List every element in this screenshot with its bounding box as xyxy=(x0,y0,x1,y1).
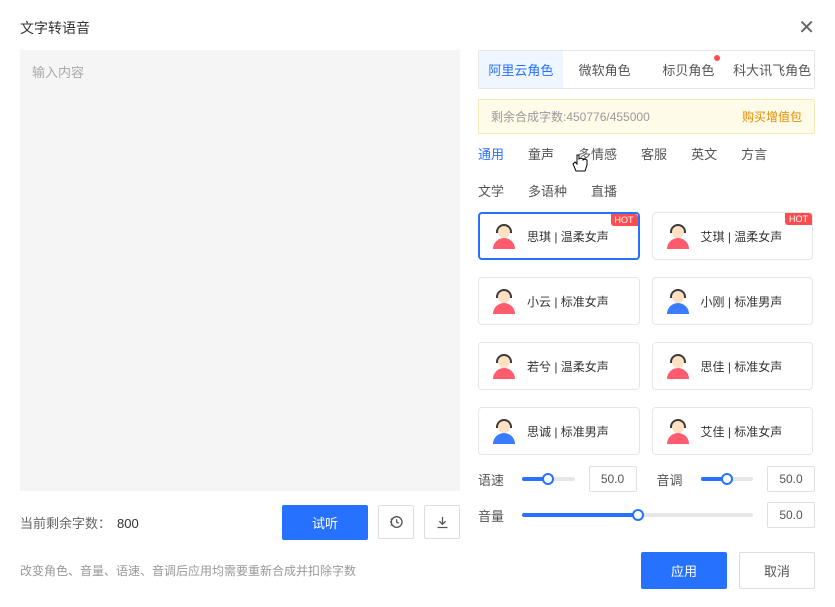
remain-label: 当前剩余字数： xyxy=(20,516,111,531)
quota-bar: 剩余合成字数:450776/455000 购买增值包 xyxy=(478,99,815,134)
hot-badge: HOT xyxy=(611,214,638,226)
voice-card[interactable]: 小刚 | 标准男声 xyxy=(652,277,814,325)
voice-card[interactable]: 思诚 | 标准男声 xyxy=(478,407,640,455)
provider-tab[interactable]: 阿里云角色 xyxy=(479,51,563,88)
quota-text: 剩余合成字数:450776/455000 xyxy=(491,108,650,125)
avatar xyxy=(491,223,517,249)
voice-name: 小刚 | 标准男声 xyxy=(701,293,783,310)
volume-value[interactable]: 50.0 xyxy=(767,502,815,528)
text-input[interactable] xyxy=(20,50,460,491)
history-icon[interactable] xyxy=(378,505,414,539)
category-tab[interactable]: 文学 xyxy=(478,181,504,200)
voice-name: 思诚 | 标准男声 xyxy=(527,423,609,440)
category-tab[interactable]: 多情感 xyxy=(578,144,617,163)
category-tab[interactable]: 通用 xyxy=(478,144,504,163)
category-tab[interactable]: 客服 xyxy=(641,144,667,163)
pitch-value[interactable]: 50.0 xyxy=(767,466,815,492)
remain-value: 800 xyxy=(117,516,139,531)
provider-tab[interactable]: 标贝角色 xyxy=(647,51,731,88)
voice-name: 艾琪 | 温柔女声 xyxy=(701,228,783,245)
category-tab[interactable]: 直播 xyxy=(591,181,617,200)
footer-hint: 改变角色、音量、语速、音调后应用均需要重新合成并扣除字数 xyxy=(20,562,356,579)
speed-label: 语速 xyxy=(478,470,508,489)
provider-tab[interactable]: 微软角色 xyxy=(563,51,647,88)
close-icon[interactable]: ✕ xyxy=(798,18,815,38)
badge-dot xyxy=(714,55,720,61)
avatar xyxy=(491,353,517,379)
volume-slider[interactable] xyxy=(522,513,753,517)
buy-quota-link[interactable]: 购买增值包 xyxy=(742,108,802,125)
apply-button[interactable]: 应用 xyxy=(641,552,727,589)
category-tab[interactable]: 方言 xyxy=(741,144,767,163)
avatar xyxy=(491,288,517,314)
voice-list: 思琪 | 温柔女声HOT艾琪 | 温柔女声HOT小云 | 标准女声小刚 | 标准… xyxy=(478,212,815,460)
provider-tabs: 阿里云角色微软角色标贝角色科大讯飞角色 xyxy=(478,50,815,89)
volume-label: 音量 xyxy=(478,506,508,525)
voice-name: 艾佳 | 标准女声 xyxy=(701,423,783,440)
voice-card[interactable]: 若兮 | 温柔女声 xyxy=(478,342,640,390)
voice-name: 思琪 | 温柔女声 xyxy=(527,228,609,245)
avatar xyxy=(665,288,691,314)
voice-name: 小云 | 标准女声 xyxy=(527,293,609,310)
speed-slider[interactable] xyxy=(522,477,575,481)
provider-tab[interactable]: 科大讯飞角色 xyxy=(730,51,814,88)
pitch-label: 音调 xyxy=(657,470,687,489)
category-tab[interactable]: 英文 xyxy=(691,144,717,163)
category-tab[interactable]: 童声 xyxy=(528,144,554,163)
voice-card[interactable]: 艾佳 | 标准女声 xyxy=(652,407,814,455)
avatar xyxy=(665,418,691,444)
hot-badge: HOT xyxy=(785,213,812,225)
category-tab[interactable]: 多语种 xyxy=(528,181,567,200)
cancel-button[interactable]: 取消 xyxy=(739,552,815,589)
voice-name: 思佳 | 标准女声 xyxy=(701,358,783,375)
preview-button[interactable]: 试听 xyxy=(282,505,368,540)
remaining-chars: 当前剩余字数： 800 xyxy=(20,513,139,532)
voice-name: 若兮 | 温柔女声 xyxy=(527,358,609,375)
voice-card[interactable]: 思琪 | 温柔女声HOT xyxy=(478,212,640,260)
avatar xyxy=(491,418,517,444)
download-icon[interactable] xyxy=(424,505,460,539)
avatar xyxy=(665,353,691,379)
voice-card[interactable]: 小云 | 标准女声 xyxy=(478,277,640,325)
voice-card[interactable]: 思佳 | 标准女声 xyxy=(652,342,814,390)
modal-title: 文字转语音 xyxy=(20,18,90,38)
voice-card[interactable]: 艾琪 | 温柔女声HOT xyxy=(652,212,814,260)
avatar xyxy=(665,223,691,249)
category-tabs: 通用 童声 多情感 客服 英文 方言文学 多语种 直播 xyxy=(478,144,815,200)
speed-value[interactable]: 50.0 xyxy=(589,466,637,492)
pitch-slider[interactable] xyxy=(701,477,754,481)
